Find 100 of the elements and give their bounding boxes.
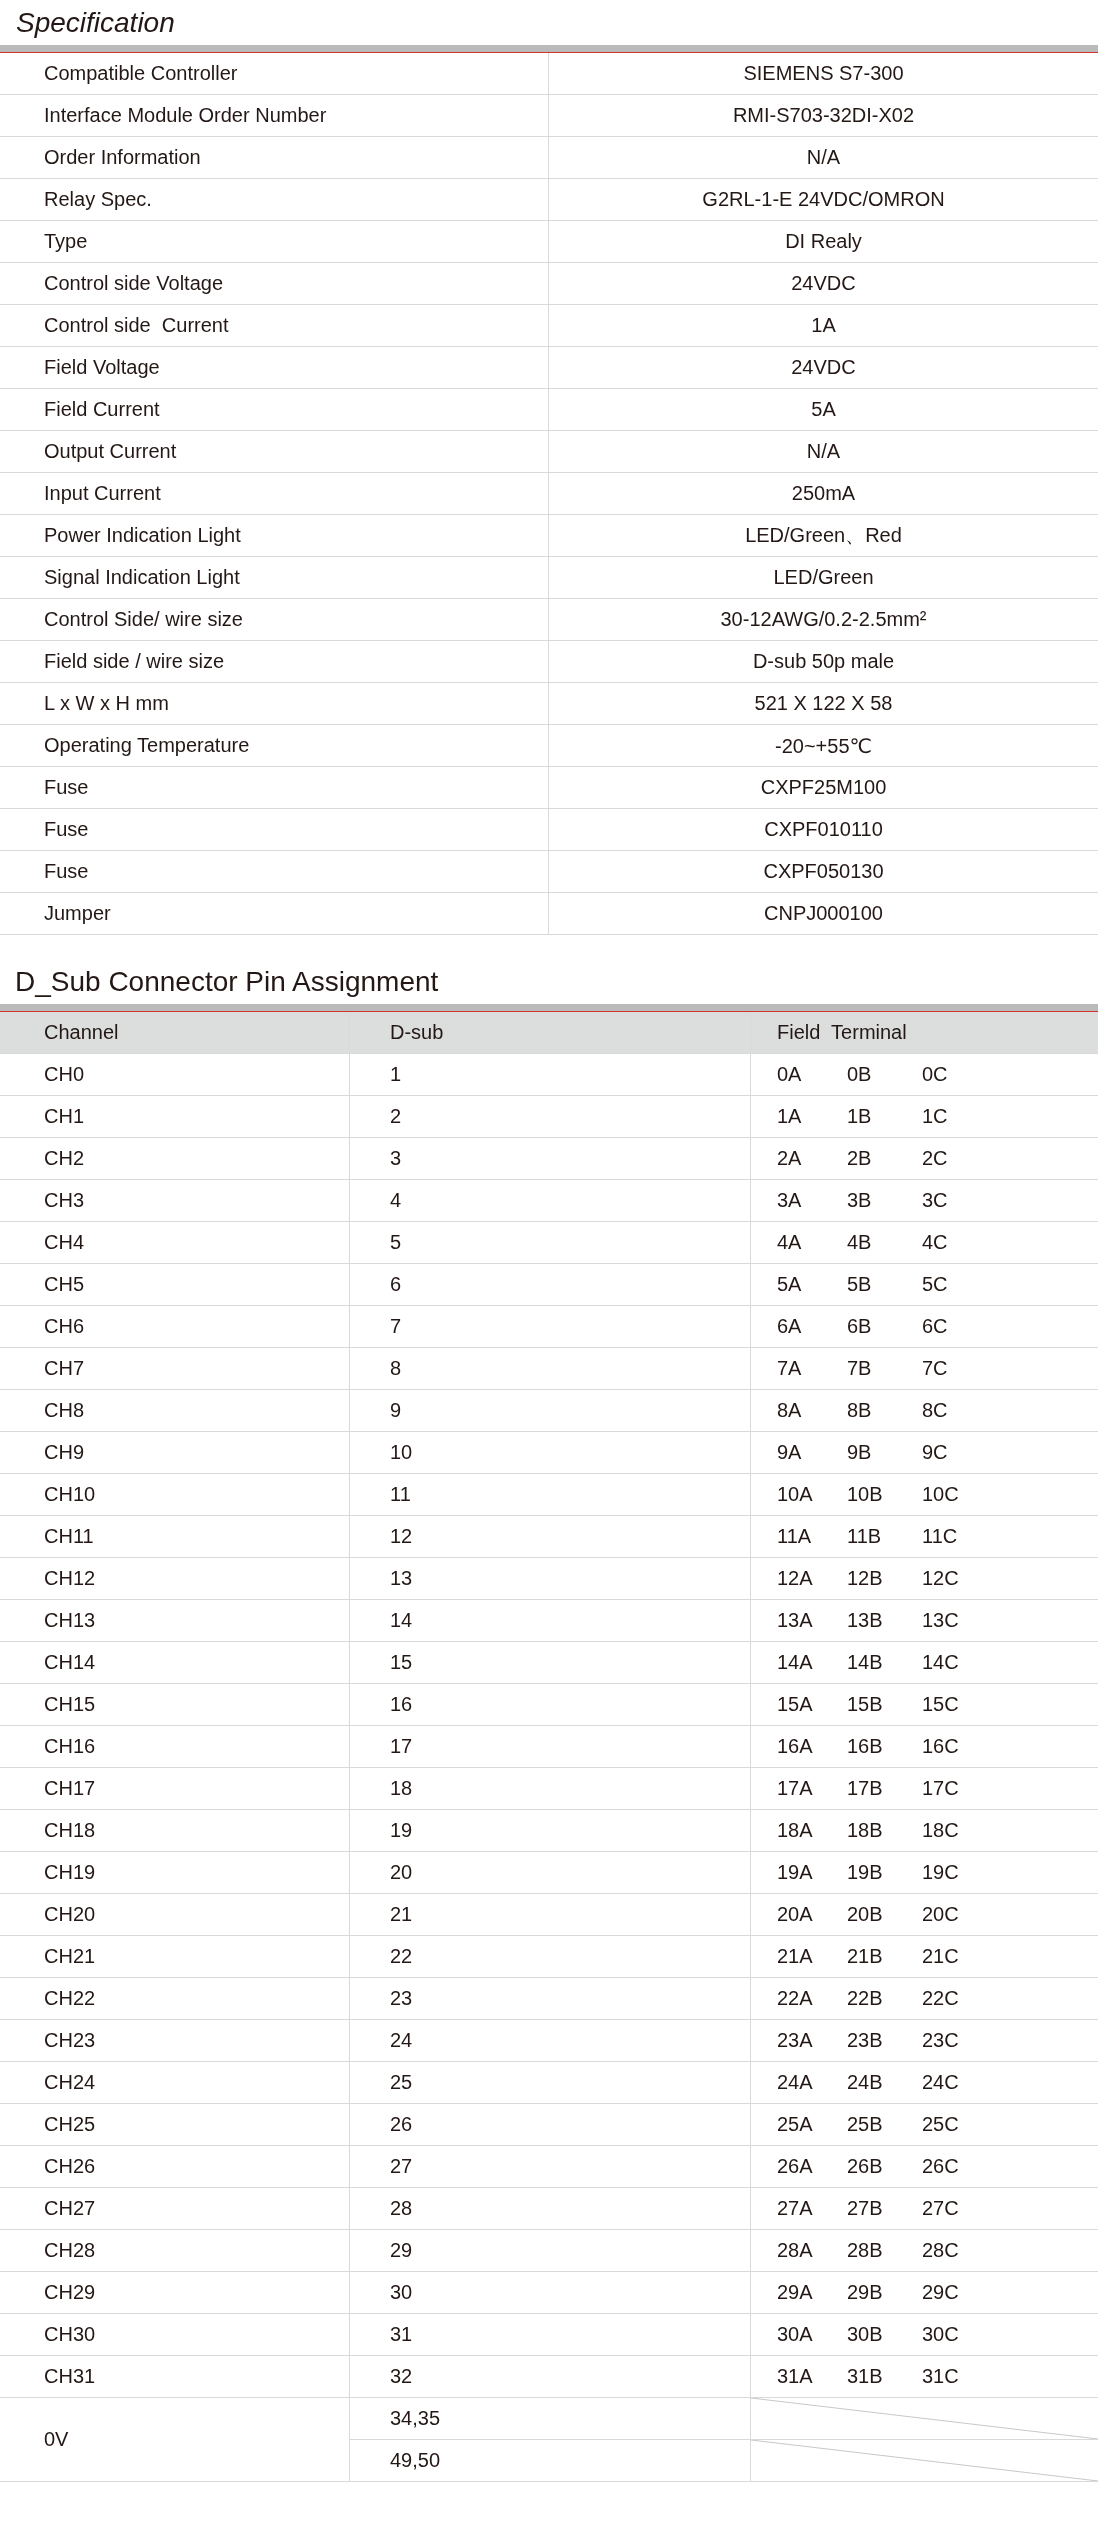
table-cell-text: CH5 — [43, 1272, 85, 1297]
terminal-label: 10B — [847, 1483, 884, 1506]
terminal-label: 17C — [922, 1777, 960, 1800]
table-cell: 18 — [349, 1768, 750, 1809]
terminal-label: 23C — [922, 2029, 960, 2052]
terminal-label: 22B — [847, 1987, 884, 2010]
table-cell-text: CH20 — [43, 1902, 97, 1927]
terminal-label: 27B — [847, 2197, 884, 2220]
table-cell: 16 — [349, 1684, 750, 1725]
table-cell-text: CH1 — [43, 1104, 85, 1129]
table-cell-text: Operating Temperature — [43, 733, 251, 758]
table-cell: -20~+55℃ — [548, 725, 1098, 766]
table-cell-text: CH0 — [43, 1062, 85, 1087]
terminal-label: 31B — [847, 2365, 884, 2388]
table-cell-text: CH8 — [43, 1398, 85, 1423]
table-cell: 24VDC — [548, 347, 1098, 388]
table-cell-text: Type — [43, 229, 89, 254]
table-cell: 521 X 122 X 58 — [548, 683, 1098, 724]
terminal-label: 5C — [922, 1273, 949, 1296]
table-cell-text: CH2 — [43, 1146, 85, 1171]
table-cell-text: Output Current — [43, 439, 178, 464]
terminal-label: 19B — [847, 1861, 884, 1884]
table-cell-text: CH23 — [43, 2028, 97, 2053]
terminal-label: 18C — [922, 1819, 960, 1842]
table-cell: 15 — [349, 1642, 750, 1683]
terminal-label: 3A — [777, 1189, 803, 1212]
table-cell: 29 — [349, 2230, 750, 2271]
table-cell: 8 — [349, 1348, 750, 1389]
table-cell-text: Field Voltage — [43, 355, 161, 380]
terminal-label: 26A — [777, 2155, 814, 2178]
terminal-label: 21B — [847, 1945, 884, 1968]
terminal-label: 14C — [922, 1651, 960, 1674]
table-cell-text: Signal Indication Light — [43, 565, 241, 590]
table-cell: 21 — [349, 1894, 750, 1935]
table-cell-text: CH21 — [43, 1944, 97, 1969]
table-cell: 49,50 — [350, 2440, 750, 2482]
table-cell-text: Compatible Controller — [43, 61, 239, 86]
terminal-label: 13B — [847, 1609, 884, 1632]
table-cell: 10 — [349, 1432, 750, 1473]
table-cell-text: Power Indication Light — [43, 523, 242, 548]
table-cell: 0V — [0, 2398, 349, 2482]
table-cell-text: CH11 — [43, 1524, 95, 1549]
terminal-label: 13A — [777, 1609, 814, 1632]
terminal-label: 20C — [922, 1903, 960, 1926]
table-cell-text: CH30 — [43, 2322, 97, 2347]
table-cell: LED/Green — [548, 557, 1098, 598]
terminal-label: 24B — [847, 2071, 884, 2094]
table-cell-text: CH14 — [43, 1650, 97, 1675]
column-header: D-sub — [349, 1012, 750, 1053]
table-cell-text: CH4 — [43, 1230, 85, 1255]
table-cell: 250mA — [548, 473, 1098, 514]
table-cell: CXPF010110 — [548, 809, 1098, 850]
terminal-label: 5A — [777, 1273, 803, 1296]
terminal-label: 30C — [922, 2323, 960, 2346]
table-cell: 3 — [349, 1138, 750, 1179]
terminal-label: 9C — [922, 1441, 949, 1464]
table-cell-text: CH18 — [43, 1818, 97, 1843]
terminal-label: 16C — [922, 1735, 960, 1758]
table-cell: 30-12AWG/0.2-2.5mm² — [548, 599, 1098, 640]
terminal-label: 12B — [847, 1567, 884, 1590]
table-cell-text: CH25 — [43, 2112, 97, 2137]
table-cell: 4 — [349, 1180, 750, 1221]
terminal-label: 8A — [777, 1399, 803, 1422]
terminal-label: 16B — [847, 1735, 884, 1758]
table-cell-text: Control Side/ wire size — [43, 607, 244, 632]
terminal-label: 15A — [777, 1693, 814, 1716]
table-cell: 5 — [349, 1222, 750, 1263]
terminal-label: 18A — [777, 1819, 814, 1842]
terminal-label: 7A — [777, 1357, 803, 1380]
terminal-label: 29B — [847, 2281, 884, 2304]
table-cell: DI Realy — [548, 221, 1098, 262]
terminal-label: 6B — [847, 1315, 873, 1338]
table-cell-text: CH12 — [43, 1566, 97, 1591]
table-cell: N/A — [548, 137, 1098, 178]
table-cell-text: CH26 — [43, 2154, 97, 2179]
table-cell-text: CH31 — [43, 2364, 97, 2389]
terminal-label: 1C — [922, 1105, 949, 1128]
terminal-label: 0B — [847, 1063, 873, 1086]
terminal-label: 19A — [777, 1861, 814, 1884]
terminal-label: 12C — [922, 1567, 960, 1590]
table-cell-text: CH3 — [43, 1188, 85, 1213]
terminal-label: 5B — [847, 1273, 873, 1296]
terminal-label: 28A — [777, 2239, 814, 2262]
table-cell: 6 — [349, 1264, 750, 1305]
column-header: Channel — [43, 1020, 120, 1045]
table-cell-text: CH29 — [43, 2280, 97, 2305]
terminal-label: 10A — [777, 1483, 814, 1506]
table-cell: 9 — [349, 1390, 750, 1431]
terminal-label: 0A — [777, 1063, 803, 1086]
table-cell-text: CH10 — [43, 1482, 97, 1507]
terminal-label: 24A — [777, 2071, 814, 2094]
terminal-label: 9B — [847, 1441, 873, 1464]
table-cell: 23 — [349, 1978, 750, 2019]
table-cell: CXPF050130 — [548, 851, 1098, 892]
table-cell-text: CH13 — [43, 1608, 97, 1633]
terminal-label: 16A — [777, 1735, 814, 1758]
table-cell-text: Fuse — [43, 859, 90, 884]
table-cell: CXPF25M100 — [548, 767, 1098, 808]
table-cell: N/A — [548, 431, 1098, 472]
table-cell: 24 — [349, 2020, 750, 2061]
